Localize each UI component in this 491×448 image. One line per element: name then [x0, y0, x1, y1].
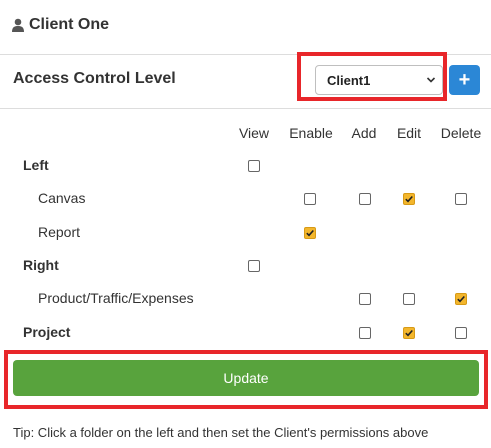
checkbox-view[interactable] [248, 260, 260, 272]
page-title: Client One [29, 16, 110, 33]
acl-divider [0, 108, 491, 109]
checkbox-edit[interactable] [403, 193, 415, 205]
column-header-enable: Enable [289, 125, 333, 141]
add-client-button[interactable]: + [449, 65, 480, 95]
checkbox-delete[interactable] [455, 193, 467, 205]
checkbox-enable[interactable] [304, 227, 316, 239]
column-header-view: View [238, 125, 270, 141]
update-button[interactable]: Update [13, 360, 479, 396]
client-select-value: Client1 [327, 72, 371, 88]
tip-text: Tip: Click a folder on the left and then… [13, 425, 429, 440]
row-label: Left [23, 157, 49, 173]
checkmark-icon [405, 329, 413, 337]
checkbox-add[interactable] [359, 327, 371, 339]
client-select[interactable]: Client1 [315, 65, 443, 95]
checkmark-icon [405, 195, 413, 203]
column-header-delete: Delete [440, 125, 482, 141]
row-label: Canvas [38, 190, 86, 206]
checkbox-delete[interactable] [455, 327, 467, 339]
row-label: Report [38, 224, 81, 240]
chevron-down-icon [426, 77, 436, 83]
page-header: Client One [0, 0, 491, 50]
row-label: Right [23, 257, 59, 273]
checkbox-edit[interactable] [403, 293, 415, 305]
checkmark-icon [306, 229, 314, 237]
column-header-edit: Edit [396, 125, 422, 141]
access-control-label: Access Control Level [13, 70, 176, 87]
checkmark-icon [457, 295, 465, 303]
row-label: Product/Traffic/Expenses [38, 290, 194, 306]
checkbox-enable[interactable] [304, 193, 316, 205]
checkbox-edit[interactable] [403, 327, 415, 339]
checkbox-delete[interactable] [455, 293, 467, 305]
row-label: Project [23, 324, 71, 340]
checkbox-add[interactable] [359, 193, 371, 205]
checkbox-view[interactable] [248, 160, 260, 172]
checkbox-add[interactable] [359, 293, 371, 305]
user-icon [12, 18, 24, 32]
